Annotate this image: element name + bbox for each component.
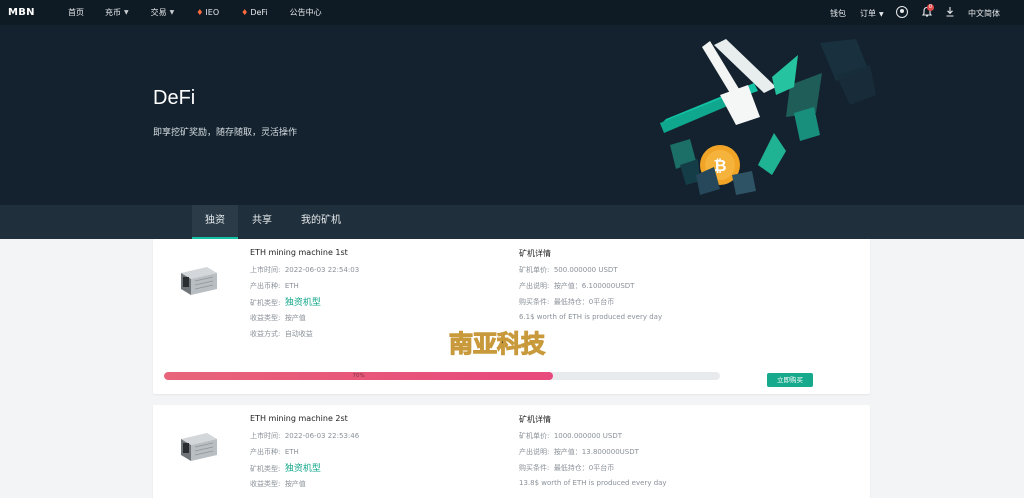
output-row: 产出说明: 按产值：6.100000USDT — [519, 281, 634, 291]
tab-solo[interactable]: 独资 — [192, 205, 238, 239]
yield-type-label: 收益类型: — [250, 314, 281, 322]
detail-title: 矿机详情 — [519, 415, 551, 424]
page-subtitle: 即享挖矿奖励，随存随取，灵活操作 — [153, 128, 298, 138]
description: 13.8$ worth of ETH is produced every day — [519, 479, 667, 487]
nav-wallet[interactable]: 钱包 — [830, 8, 846, 19]
yield-type-value: 按产值 — [284, 314, 306, 322]
coin-row: 产出币种: ETH — [250, 447, 299, 457]
output-value: 按产值：13.800000USDT — [553, 448, 639, 456]
svg-text:₿: ₿ — [713, 156, 726, 175]
fire-icon: ♦ — [196, 8, 204, 17]
coin-value: ETH — [284, 448, 299, 456]
svg-text:南亚科技: 南亚科技 — [449, 329, 546, 358]
type-row: 矿机类型: 独资机型 — [250, 295, 321, 308]
nav-orders[interactable]: 订单 ▼ — [860, 8, 884, 19]
page-title: DeFi — [153, 87, 196, 109]
miner-card: ETH mining machine 2st 上市时间: 2022-06-03 … — [153, 405, 870, 498]
mining-illustration: ₿ — [660, 39, 876, 195]
nav-announcements[interactable]: 公告中心 — [290, 7, 322, 18]
price-row: 矿机单价: 1000.000000 USDT — [519, 431, 622, 441]
nav-recharge-label: 充币 — [105, 8, 121, 17]
launch-time-label: 上市时间: — [250, 432, 281, 440]
launch-time-value: 2022-06-03 22:54:03 — [284, 266, 360, 274]
price-value: 500.000000 USDT — [553, 266, 618, 274]
tab-my-miners[interactable]: 我的矿机 — [292, 205, 350, 239]
nav-ieo-label: IEO — [205, 8, 220, 17]
launch-time-label: 上市时间: — [250, 266, 281, 274]
price-row: 矿机单价: 500.000000 USDT — [519, 265, 618, 275]
yield-type-value: 按产值 — [284, 480, 306, 488]
miner-name: ETH mining machine 2st — [250, 414, 348, 423]
coin-value: ETH — [284, 282, 299, 290]
fire-icon: ♦ — [241, 8, 249, 17]
watermark-logo: 南亚科技 — [448, 328, 546, 358]
output-row: 产出说明: 按产值：13.800000USDT — [519, 447, 639, 457]
price-value: 1000.000000 USDT — [553, 432, 623, 440]
yield-method-label: 收益方式: — [250, 330, 281, 338]
chevron-down-icon: ▼ — [169, 9, 175, 16]
output-label: 产出说明: — [519, 448, 550, 456]
nav-trade-label: 交易 — [150, 8, 167, 17]
progress-label: 70% — [352, 373, 365, 379]
price-label: 矿机单价: — [519, 266, 550, 274]
nav-defi-label: DeFi — [250, 8, 268, 17]
nav-announcements-label: 公告中心 — [289, 8, 322, 17]
type-row: 矿机类型: 独资机型 — [250, 461, 321, 474]
purchase-label: 购买条件: — [519, 464, 550, 472]
launch-time-value: 2022-06-03 22:53:46 — [284, 432, 360, 440]
purchase-row: 购买条件: 最低持仓：0平台币 — [519, 297, 614, 307]
purchase-value: 最低持仓：0平台币 — [553, 298, 615, 306]
launch-time-row: 上市时间: 2022-06-03 22:54:03 — [250, 265, 359, 275]
yield-type-row: 收益类型: 按产值 — [250, 479, 306, 489]
type-label: 矿机类型: — [250, 299, 281, 307]
description: 6.1$ worth of ETH is produced every day — [519, 313, 663, 321]
type-value: 独资机型 — [284, 464, 321, 474]
tab-shared[interactable]: 共享 — [243, 205, 281, 239]
miner-image — [181, 267, 217, 295]
type-label: 矿机类型: — [250, 465, 281, 473]
tab-bar: 独资 共享 我的矿机 — [0, 205, 1024, 239]
top-navbar: MBN 首页 充币 ▼ 交易 ▼ ♦ IEO ♦ DeFi 公告中心 钱包 订单 ▼ 0 … — [0, 0, 1024, 25]
miner-image — [181, 433, 217, 461]
purchase-row: 购买条件: 最低持仓：0平台币 — [519, 463, 614, 473]
nav-home-label: 首页 — [68, 8, 84, 17]
nav-orders-label: 订单 — [860, 9, 876, 18]
nav-trade[interactable]: 交易 ▼ — [151, 7, 175, 18]
nav-home[interactable]: 首页 — [68, 7, 84, 18]
logo-text: MBN — [8, 7, 35, 18]
chevron-down-icon: ▼ — [124, 9, 129, 16]
detail-title: 矿机详情 — [519, 249, 551, 258]
download-icon[interactable] — [945, 6, 955, 18]
coin-label: 产出币种: — [250, 448, 281, 456]
price-label: 矿机单价: — [519, 432, 550, 440]
type-value: 独资机型 — [284, 298, 321, 308]
yield-type-label: 收益类型: — [250, 480, 281, 488]
nav-ieo[interactable]: ♦ IEO — [196, 8, 219, 17]
miner-name: ETH mining machine 1st — [250, 248, 348, 257]
output-label: 产出说明: — [519, 282, 550, 290]
purchase-value: 最低持仓：0平台币 — [553, 464, 615, 472]
buy-now-button[interactable]: 立即购买 — [767, 373, 813, 387]
nav-defi[interactable]: ♦ DeFi — [241, 8, 268, 17]
yield-method-value: 自动收益 — [284, 330, 313, 338]
output-value: 按产值：6.100000USDT — [553, 282, 635, 290]
language-selector[interactable]: 中文简体 — [968, 8, 1000, 19]
notification-badge: 0 — [927, 4, 934, 11]
sales-progress-bar: 70% — [164, 372, 720, 380]
logo[interactable]: MBN — [6, 7, 62, 18]
hero-banner: DeFi 即享挖矿奖励，随存随取，灵活操作 ₿ — [0, 25, 1024, 205]
coin-row: 产出币种: ETH — [250, 281, 299, 291]
purchase-label: 购买条件: — [519, 298, 550, 306]
coin-label: 产出币种: — [250, 282, 281, 290]
launch-time-row: 上市时间: 2022-06-03 22:53:46 — [250, 431, 359, 441]
yield-type-row: 收益类型: 按产值 — [250, 313, 306, 323]
yield-method-row: 收益方式: 自动收益 — [250, 329, 313, 339]
user-icon[interactable] — [896, 6, 908, 18]
nav-recharge[interactable]: 充币 ▼ — [105, 7, 129, 18]
miner-card: ETH mining machine 1st 上市时间: 2022-06-03 … — [153, 239, 870, 394]
chevron-down-icon: ▼ — [879, 11, 884, 18]
